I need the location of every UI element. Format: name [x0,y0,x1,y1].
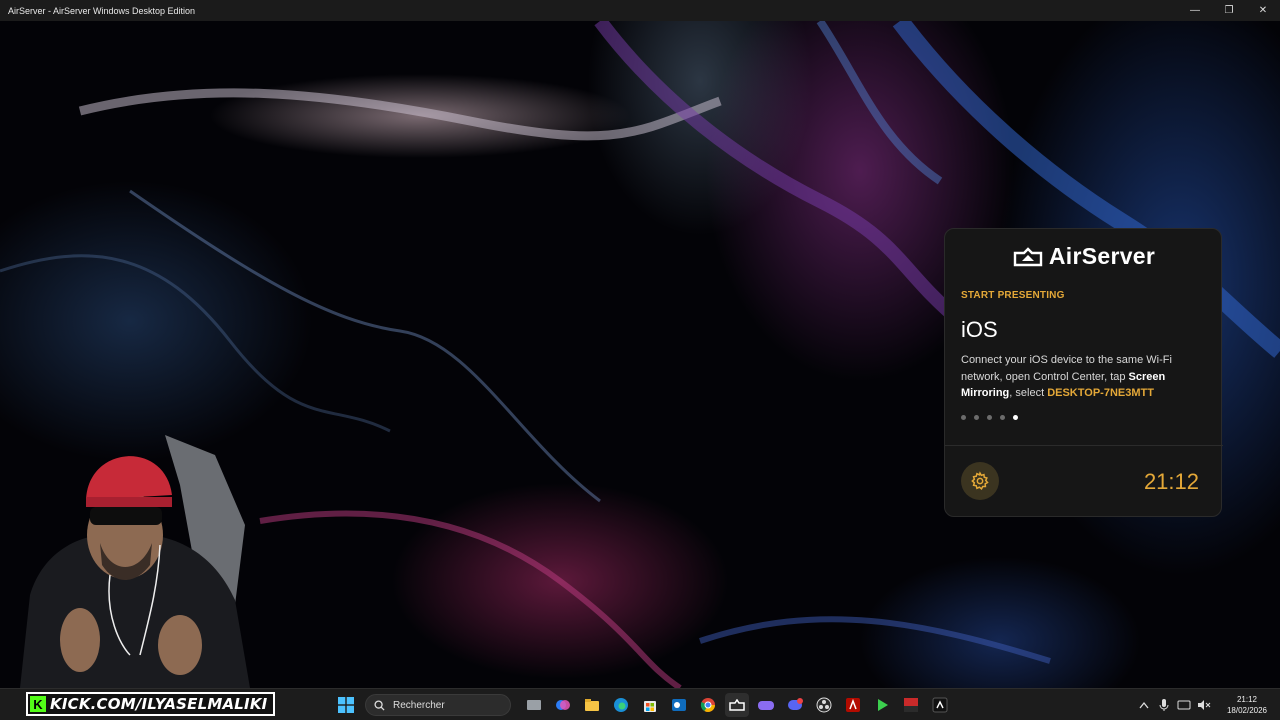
instructions-part-2: , select [1009,387,1048,399]
settings-button[interactable] [961,462,999,500]
carousel-dot[interactable] [1000,415,1005,420]
edge-icon[interactable] [609,693,633,717]
play-icon[interactable] [870,693,894,717]
brand-name: AirServer [1048,243,1156,269]
search-placeholder: Rechercher [393,699,445,711]
chrome-icon[interactable] [696,693,720,717]
game-controller-icon[interactable] [754,693,778,717]
window-controls: — ❐ ✕ [1178,0,1280,21]
instructions-text: Connect your iOS device to the same Wi-F… [961,352,1211,402]
speaker-muted-icon[interactable] [1194,695,1214,715]
discord-icon[interactable] [783,693,807,717]
gear-icon [971,471,989,490]
window-title: AirServer - AirServer Windows Desktop Ed… [8,5,196,16]
minimize-button[interactable]: — [1178,0,1212,21]
file-explorer-icon[interactable] [580,693,604,717]
title-bar: AirServer - AirServer Windows Desktop Ed… [0,0,1280,21]
carousel-dot[interactable] [961,415,966,420]
airserver-brand: AirServer [945,243,1223,270]
kick-logo: K [30,696,46,712]
restore-button[interactable]: ❐ [1212,0,1246,21]
streamer-figure [20,435,250,688]
adobe-icon[interactable] [841,693,865,717]
obs-icon[interactable] [812,693,836,717]
outlook-icon[interactable] [667,693,691,717]
tray-clock[interactable]: 21:12 18/02/2026 [1214,694,1280,716]
airserver-logo-icon [1013,246,1043,266]
windows-logo-icon [338,697,354,713]
panel-divider [945,445,1223,446]
tray-date: 18/02/2026 [1226,706,1268,715]
taskbar-center: Rechercher [334,689,952,720]
panel-clock: 21:12 [1143,469,1199,494]
microphone-icon[interactable] [1154,695,1174,715]
close-button[interactable]: ✕ [1246,0,1280,21]
kick-banner: K KICK.COM/ILYASELMALIKI [26,692,276,716]
tray-overflow-icon[interactable] [1134,695,1154,715]
system-tray: 21:12 18/02/2026 [1134,689,1280,720]
airserver-icon[interactable] [725,693,749,717]
airserver-panel: AirServer START PRESENTING iOS Connect y… [944,228,1223,517]
device-name: DESKTOP-7NE3MTT [1047,387,1154,399]
carousel-dot[interactable] [987,415,992,420]
platform-title: iOS [961,317,998,342]
taskbar-search[interactable]: Rechercher [365,694,511,716]
carousel-dot[interactable] [974,415,979,420]
search-icon [374,699,385,711]
carousel-dot[interactable] [1013,415,1018,420]
kick-channel-text: KICK.COM/ILYASELMALIKI [50,695,268,713]
webcam-overlay [0,425,260,688]
start-button[interactable] [334,693,358,717]
copilot-icon[interactable] [551,693,575,717]
section-label: START PRESENTING [961,290,1065,301]
media-icon[interactable] [928,693,952,717]
store-icon[interactable] [638,693,662,717]
file-manager-icon[interactable] [522,693,546,717]
tray-time: 21:12 [1236,695,1258,704]
carousel-dots [961,415,1018,420]
unknown-app-icon[interactable] [899,693,923,717]
network-icon[interactable] [1174,695,1194,715]
